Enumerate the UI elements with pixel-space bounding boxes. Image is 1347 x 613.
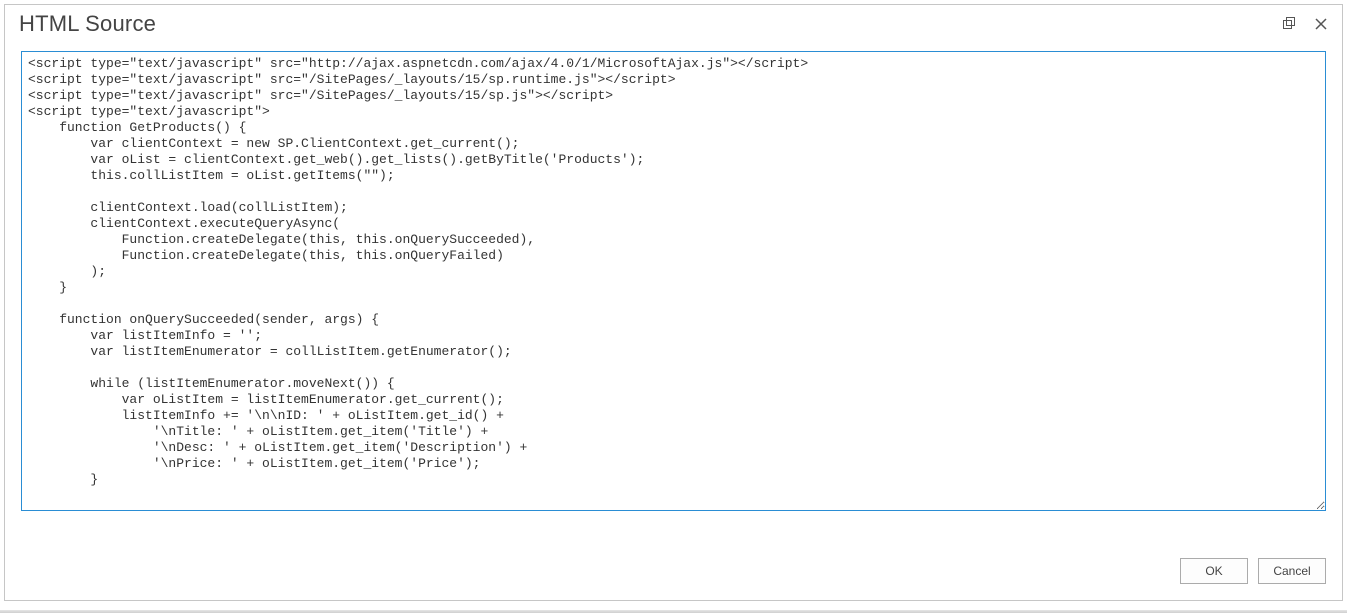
ok-button[interactable]: OK (1180, 558, 1248, 584)
dialog-title: HTML Source (19, 11, 156, 37)
cancel-button[interactable]: Cancel (1258, 558, 1326, 584)
maximize-icon[interactable] (1280, 15, 1298, 33)
html-source-textarea[interactable] (21, 51, 1326, 511)
window-controls (1280, 15, 1330, 33)
dialog-header: HTML Source (5, 5, 1342, 43)
dialog-footer: OK Cancel (5, 542, 1342, 600)
close-icon[interactable] (1312, 15, 1330, 33)
dialog-body (5, 43, 1342, 542)
html-source-dialog: HTML Source OK Cancel (4, 4, 1343, 601)
